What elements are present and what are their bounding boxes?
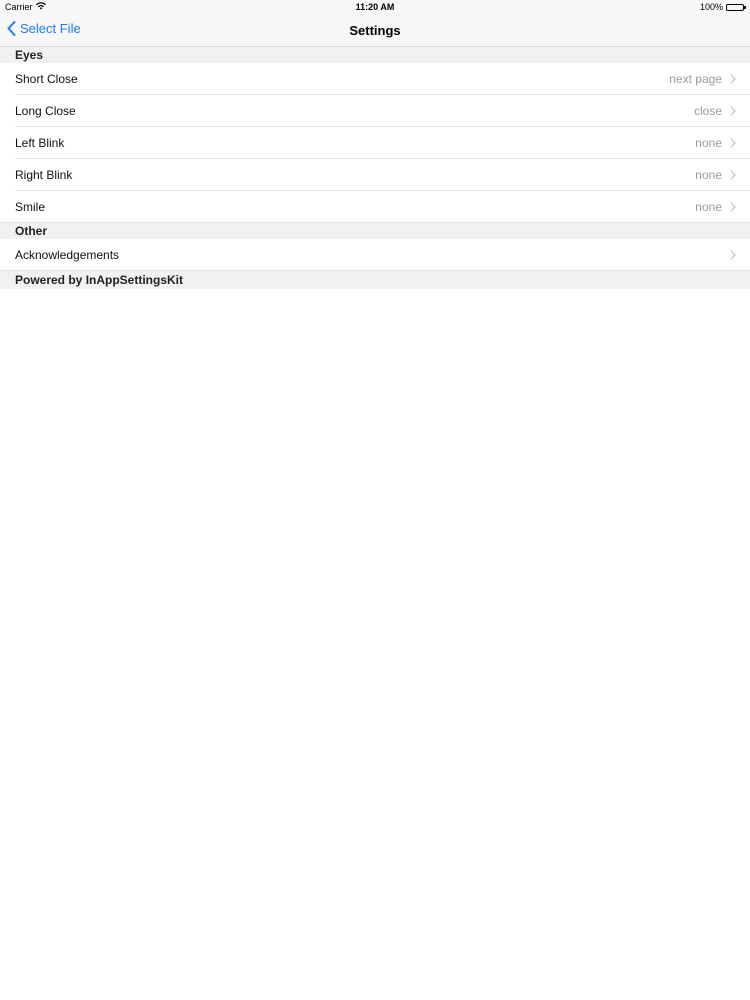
row-label: Smile — [15, 200, 46, 214]
row-value: next page — [669, 72, 722, 86]
row-label: Long Close — [15, 104, 76, 118]
row-value: close — [693, 104, 722, 118]
row-label: Left Blink — [15, 136, 65, 150]
status-time: 11:20 AM — [355, 2, 395, 12]
chevron-right-icon — [730, 74, 736, 84]
chevron-right-icon — [730, 202, 736, 212]
settings-list: Eyes Short Close next page Long Close cl… — [0, 47, 750, 289]
chevron-right-icon — [730, 170, 736, 180]
chevron-right-icon — [730, 106, 736, 116]
chevron-right-icon — [730, 250, 736, 260]
row-right-blink[interactable]: Right Blink none — [0, 159, 750, 191]
row-left-blink[interactable]: Left Blink none — [0, 127, 750, 159]
row-label: Short Close — [15, 72, 78, 86]
row-smile[interactable]: Smile none — [0, 191, 750, 223]
row-long-close[interactable]: Long Close close — [0, 95, 750, 127]
row-label: Right Blink — [15, 168, 73, 182]
navigation-bar: Select File Settings — [0, 14, 750, 47]
battery-percent: 100% — [699, 2, 723, 12]
footer-text: Powered by InAppSettingsKit — [0, 271, 750, 289]
section-header-other: Other — [0, 223, 750, 239]
row-label: Acknowledgements — [15, 248, 120, 262]
page-title: Settings — [349, 23, 401, 38]
row-acknowledgements[interactable]: Acknowledgements — [0, 239, 750, 271]
row-value: none — [695, 200, 722, 214]
row-value: none — [695, 168, 722, 182]
row-value: none — [695, 136, 722, 150]
status-bar: Carrier 11:20 AM 100% — [0, 0, 750, 14]
battery-icon — [726, 3, 746, 11]
status-right: 100% — [699, 2, 746, 12]
section-header-eyes: Eyes — [0, 47, 750, 63]
chevron-right-icon — [730, 138, 736, 148]
row-short-close[interactable]: Short Close next page — [0, 63, 750, 95]
